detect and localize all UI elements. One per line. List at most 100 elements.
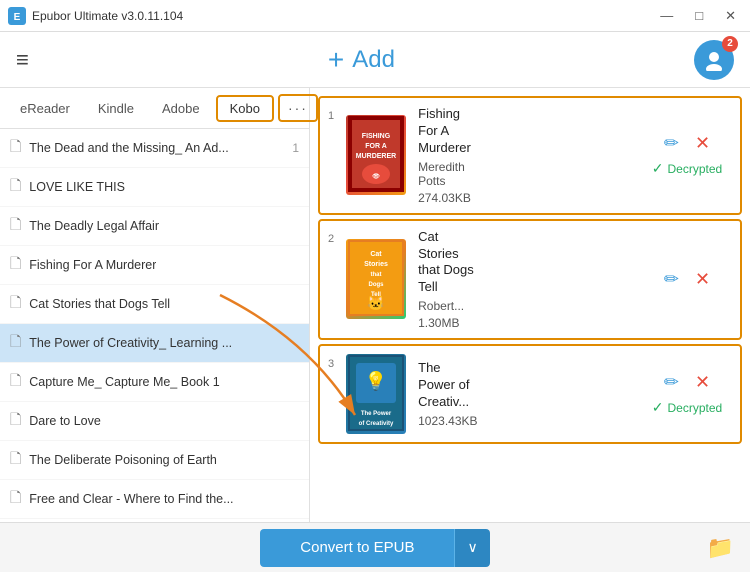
tab-adobe[interactable]: Adobe — [150, 97, 212, 120]
edit-button-2[interactable]: ✏ — [664, 269, 679, 290]
svg-text:Dogs: Dogs — [369, 282, 385, 288]
file-icon: 🗋 — [10, 214, 21, 238]
svg-text:🐱: 🐱 — [367, 295, 384, 311]
book-actions-2: ✏ ✕ — [642, 269, 732, 290]
svg-text:Stories: Stories — [364, 261, 388, 268]
file-icon: 🗋 — [10, 292, 21, 316]
cover-inner-3: 💡 The Power of Creativity — [346, 354, 406, 434]
check-icon-1: ✓ — [652, 160, 664, 177]
decrypted-badge-1: ✓ Decrypted — [652, 160, 722, 177]
svg-text:E: E — [14, 12, 21, 23]
book-list: 🗋 The Dead and the Missing_ An Ad... 1 🗋… — [0, 129, 309, 522]
decrypted-label-1: Decrypted — [668, 162, 723, 176]
entry-num-3: 3 — [328, 354, 334, 370]
action-row-1: ✏ ✕ — [664, 133, 710, 154]
check-icon-3: ✓ — [652, 399, 664, 416]
delete-button-1[interactable]: ✕ — [695, 133, 710, 154]
book-cover-2: Cat Stories that Dogs Tell 🐱 — [346, 239, 406, 319]
book-name-3: ThePower ofCreativ... — [418, 360, 630, 411]
file-icon: 🗋 — [10, 175, 21, 199]
convert-dropdown-button[interactable]: ∨ — [454, 529, 489, 567]
file-icon: 🗋 — [10, 370, 21, 394]
book-title: Capture Me_ Capture Me_ Book 1 — [29, 375, 219, 389]
book-title: Free and Clear - Where to Find the... — [29, 492, 233, 506]
add-button[interactable]: + Add — [328, 46, 395, 74]
action-row-3: ✏ ✕ — [664, 372, 710, 393]
close-button[interactable]: ✕ — [719, 6, 742, 26]
book-title: The Dead and the Missing_ An Ad... — [29, 141, 228, 155]
book-title: The Power of Creativity_ Learning ... — [29, 336, 232, 350]
list-item[interactable]: 🗋 Dare to Love — [0, 402, 309, 441]
book-actions-3: ✏ ✕ ✓ Decrypted — [642, 372, 732, 416]
file-icon: 🗋 — [10, 253, 21, 277]
app-title: Epubor Ultimate v3.0.11.104 — [32, 9, 183, 23]
entry-num-2: 2 — [328, 229, 334, 245]
top-bar: ≡ + Add 2 — [0, 32, 750, 88]
tab-kindle[interactable]: Kindle — [86, 97, 146, 120]
book-title: Fishing For A Murderer — [29, 258, 156, 272]
book-entry-3: 3 💡 The Power of Creativity — [318, 344, 742, 444]
svg-text:FISHING: FISHING — [362, 133, 391, 140]
list-item[interactable]: 🗋 Cat Stories that Dogs Tell — [0, 285, 309, 324]
app-wrapper: E Epubor Ultimate v3.0.11.104 — □ ✕ ≡ + … — [0, 0, 750, 572]
book-size-2: 1.30MB — [418, 316, 630, 330]
add-label: Add — [352, 46, 395, 74]
main-layout: eReader Kindle Adobe Kobo ··· 🗋 The Dead… — [0, 88, 750, 522]
delete-button-3[interactable]: ✕ — [695, 372, 710, 393]
title-bar-left: E Epubor Ultimate v3.0.11.104 — [8, 7, 183, 25]
book-size-1: 274.03KB — [418, 191, 630, 205]
list-item[interactable]: 🗋 LOVE LIKE THIS — [0, 168, 309, 207]
action-row-2: ✏ ✕ — [664, 269, 710, 290]
user-icon-wrap[interactable]: 2 — [694, 40, 734, 80]
folder-button[interactable]: 📁 — [707, 535, 734, 561]
book-actions-1: ✏ ✕ ✓ Decrypted — [642, 133, 732, 177]
list-item[interactable]: 🗋 Fishing For A Murderer — [0, 246, 309, 285]
book-name-1: FishingFor AMurderer — [418, 106, 630, 157]
decrypted-label-3: Decrypted — [668, 401, 723, 415]
list-item[interactable]: 🗋 The Dead and the Missing_ An Ad... 1 — [0, 129, 309, 168]
book-entry-2: 2 Cat Stories that Dogs Tell 🐱 — [318, 219, 742, 341]
book-size-3: 1023.43KB — [418, 414, 630, 428]
book-author-1: MeredithPotts — [418, 160, 630, 188]
svg-text:The Power: The Power — [361, 411, 392, 417]
list-item[interactable]: 🗋 Free and Clear - Where to Find the... — [0, 480, 309, 519]
delete-button-2[interactable]: ✕ — [695, 269, 710, 290]
book-info-2: CatStoriesthat DogsTell Robert... 1.30MB — [418, 229, 630, 331]
book-author-2: Robert... — [418, 299, 630, 313]
tab-kobo[interactable]: Kobo — [216, 95, 274, 122]
left-panel: eReader Kindle Adobe Kobo ··· 🗋 The Dead… — [0, 88, 310, 522]
book-title: The Deliberate Poisoning of Earth — [29, 453, 217, 467]
entry-num-1: 1 — [328, 106, 334, 122]
list-item[interactable]: 🗋 Capture Me_ Capture Me_ Book 1 — [0, 363, 309, 402]
book-title: The Deadly Legal Affair — [29, 219, 159, 233]
maximize-button[interactable]: □ — [689, 6, 709, 26]
list-item[interactable]: 🗋 Hugh Wynne, Free Quaker — [0, 519, 309, 522]
tab-ereader[interactable]: eReader — [8, 97, 82, 120]
list-item[interactable]: 🗋 The Deliberate Poisoning of Earth — [0, 441, 309, 480]
file-icon: 🗋 — [10, 487, 21, 511]
svg-text:💡: 💡 — [365, 370, 387, 391]
book-name-2: CatStoriesthat DogsTell — [418, 229, 630, 297]
minimize-button[interactable]: — — [654, 6, 679, 26]
title-bar-controls: — □ ✕ — [654, 6, 742, 26]
decrypted-badge-3: ✓ Decrypted — [652, 399, 722, 416]
cover-inner-1: FISHING FOR A MURDERER 👁 — [346, 115, 406, 195]
book-cover-1: FISHING FOR A MURDERER 👁 — [346, 115, 406, 195]
edit-button-3[interactable]: ✏ — [664, 372, 679, 393]
book-title: Cat Stories that Dogs Tell — [29, 297, 170, 311]
list-item-active[interactable]: 🗋 The Power of Creativity_ Learning ... — [0, 324, 309, 363]
svg-text:that: that — [371, 272, 382, 278]
file-icon: 🗋 — [10, 136, 21, 160]
book-title: LOVE LIKE THIS — [29, 180, 125, 194]
svg-text:👁: 👁 — [371, 173, 380, 180]
app-logo: E — [8, 7, 26, 25]
svg-text:MURDERER: MURDERER — [356, 153, 396, 160]
hamburger-icon[interactable]: ≡ — [16, 47, 29, 73]
list-item[interactable]: 🗋 The Deadly Legal Affair — [0, 207, 309, 246]
convert-button[interactable]: Convert to EPUB — [260, 529, 454, 567]
edit-button-1[interactable]: ✏ — [664, 133, 679, 154]
bottom-bar: Convert to EPUB ∨ 📁 — [0, 522, 750, 572]
book-entry-1: 1 FISHING FOR A MURDERER 👁 — [318, 96, 742, 215]
cover-inner-2: Cat Stories that Dogs Tell 🐱 — [346, 239, 406, 319]
right-panel: 1 FISHING FOR A MURDERER 👁 — [310, 88, 750, 522]
